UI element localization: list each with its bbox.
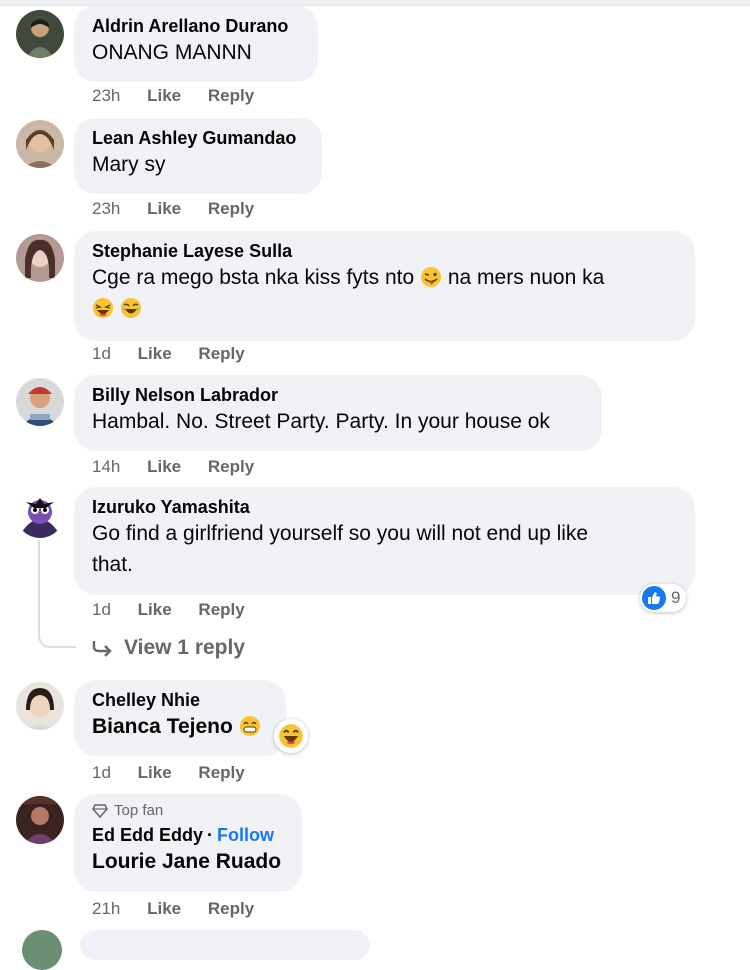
comment-meta: 1d Like Reply: [92, 763, 267, 783]
comment-bubble: Aldrin Arellano Durano ONANG MANNN: [74, 6, 318, 82]
like-button[interactable]: Like: [147, 899, 181, 918]
comment-author[interactable]: Billy Nelson Labrador: [92, 384, 584, 406]
grinning-emoji: [239, 715, 261, 737]
like-button[interactable]: Like: [138, 344, 172, 363]
comment-bubble: Izuruko Yamashita Go find a girlfriend y…: [74, 487, 695, 595]
comment-meta: 23h Like Reply: [92, 199, 276, 219]
like-button[interactable]: Like: [147, 199, 181, 218]
comment-text-line: Go find a girlfriend yourself so you wil…: [92, 522, 589, 545]
view-replies-link[interactable]: View 1 reply: [92, 636, 245, 660]
comment-bubble: Lean Ashley Gumandao Mary sy: [74, 118, 322, 194]
comment-time[interactable]: 1d: [92, 763, 111, 782]
reply-button[interactable]: Reply: [198, 600, 244, 619]
comment-author[interactable]: Lean Ashley Gumandao: [92, 127, 304, 149]
avatar-partial[interactable]: [22, 930, 62, 970]
comment-text-part: na mers nuon ka: [447, 266, 605, 289]
comment-text-part: Cge ra mego bsta nka kiss fyts nto: [92, 266, 415, 289]
avatar[interactable]: [16, 378, 64, 426]
avatar[interactable]: [16, 490, 64, 538]
thread-connector-line: [38, 540, 76, 648]
like-button[interactable]: Like: [147, 457, 181, 476]
comment-text-line: that.: [92, 553, 133, 576]
comment-time[interactable]: 23h: [92, 199, 120, 218]
comment-emoji-line: [92, 293, 677, 324]
comment-bubble: Stephanie Layese Sulla Cge ra mego bsta …: [74, 231, 695, 341]
laughing-emoji: [120, 297, 142, 319]
top-fan-badge: Top fan: [92, 802, 284, 820]
separator-dot: ·: [207, 825, 214, 845]
comment-bubble-partial: [80, 930, 370, 960]
comment-time[interactable]: 23h: [92, 86, 120, 105]
laughing-emoji-reaction[interactable]: [274, 719, 308, 753]
comment-meta: 1d Like Reply: [92, 344, 267, 364]
reply-button[interactable]: Reply: [198, 344, 244, 363]
mentioned-name[interactable]: Bianca Tejeno: [92, 715, 233, 738]
comment-author[interactable]: Chelley Nhie: [92, 689, 268, 711]
comment-text: Bianca Tejeno: [92, 711, 268, 742]
comment-time[interactable]: 1d: [92, 600, 111, 619]
view-replies-label: View 1 reply: [124, 636, 246, 659]
comment-author[interactable]: Ed Edd Eddy: [92, 825, 203, 845]
comment-time[interactable]: 1d: [92, 344, 111, 363]
comment-meta: 23h Like Reply: [92, 86, 276, 106]
avatar[interactable]: [16, 120, 64, 168]
comment-meta: 1d Like Reply: [92, 600, 267, 620]
reaction-count: 9: [671, 588, 681, 607]
comment-author[interactable]: Aldrin Arellano Durano: [92, 15, 300, 37]
comment-time[interactable]: 21h: [92, 899, 120, 918]
comment-bubble: Chelley Nhie Bianca Tejeno: [74, 680, 286, 756]
comment-time[interactable]: 14h: [92, 457, 120, 476]
like-button[interactable]: Like: [138, 600, 172, 619]
comment-bubble: Top fan Ed Edd Eddy · Follow Lourie Jane R…: [74, 794, 302, 892]
diamond-icon: [92, 804, 108, 818]
comment-author[interactable]: Izuruko Yamashita: [92, 496, 677, 518]
reply-button[interactable]: Reply: [208, 899, 254, 918]
comment-text: Mary sy: [92, 153, 166, 176]
laughing-emoji: [92, 297, 114, 319]
reply-arrow-icon: [92, 641, 112, 657]
comment-bubble: Billy Nelson Labrador Hambal. No. Street…: [74, 375, 602, 451]
like-thumb-icon: [642, 586, 666, 610]
like-button[interactable]: Like: [147, 86, 181, 105]
comment-meta: 14h Like Reply: [92, 457, 276, 477]
avatar[interactable]: [16, 796, 64, 844]
avatar[interactable]: [16, 234, 64, 282]
reply-button[interactable]: Reply: [208, 199, 254, 218]
follow-button[interactable]: Follow: [217, 825, 274, 845]
mentioned-name[interactable]: Lourie Jane Ruado: [92, 846, 284, 877]
avatar[interactable]: [16, 682, 64, 730]
comment-text: Hambal. No. Street Party. Party. In your…: [92, 410, 550, 433]
winking-tongue-emoji: [420, 266, 442, 288]
top-fan-label: Top fan: [114, 802, 164, 819]
comment-meta: 21h Like Reply: [92, 899, 276, 919]
comment-text: Cge ra mego bsta nka kiss fyts nto na me…: [92, 262, 677, 293]
comment-author[interactable]: Stephanie Layese Sulla: [92, 240, 677, 262]
reply-button[interactable]: Reply: [208, 457, 254, 476]
avatar[interactable]: [16, 10, 64, 58]
reply-button[interactable]: Reply: [198, 763, 244, 782]
reply-button[interactable]: Reply: [208, 86, 254, 105]
comment-author-row: Ed Edd Eddy · Follow: [92, 824, 284, 846]
like-button[interactable]: Like: [138, 763, 172, 782]
comment-text: ONANG MANNN: [92, 41, 252, 64]
reaction-summary[interactable]: 9: [640, 584, 687, 612]
